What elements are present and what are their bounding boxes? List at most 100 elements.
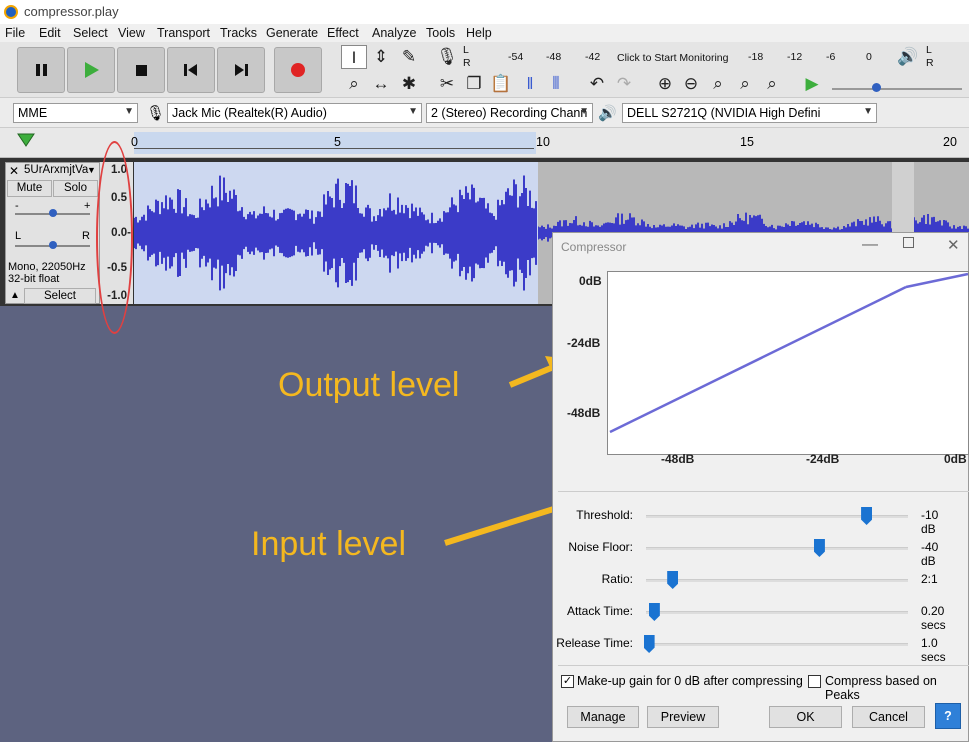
play-button[interactable]	[67, 47, 115, 93]
stop-button[interactable]	[117, 47, 165, 93]
play-speed-slider[interactable]	[832, 88, 962, 90]
compress-peaks-label: Compress based on Peaks	[825, 674, 937, 702]
timeline-tick: 5	[334, 135, 341, 149]
copy-icon[interactable]: ❐	[461, 72, 487, 96]
trim-icon[interactable]: ‖	[517, 72, 543, 96]
menu-bar: File Edit Select View Transport Tracks G…	[0, 24, 969, 42]
selection-tool-icon[interactable]: I	[341, 45, 367, 69]
menu-generate[interactable]: Generate	[266, 26, 318, 40]
manage-button[interactable]: Manage	[567, 706, 639, 728]
pan-r-label: R	[82, 230, 90, 242]
cancel-button[interactable]: Cancel	[852, 706, 925, 728]
draw-tool-icon[interactable]: ✎	[396, 45, 422, 69]
help-button[interactable]: ?	[935, 703, 961, 729]
attack-time-slider-thumb[interactable]	[648, 603, 660, 621]
play-at-speed-icon[interactable]: ▶	[799, 72, 825, 96]
fit-selection-icon[interactable]: ⌕	[705, 72, 731, 96]
x-axis-label: -48dB	[661, 452, 695, 466]
skip-end-button[interactable]	[217, 47, 265, 93]
release-time-slider[interactable]	[646, 643, 908, 646]
menu-tracks[interactable]: Tracks	[220, 26, 257, 40]
timeline-ruler[interactable]: 0 5 10 15 20	[0, 128, 969, 158]
menu-view[interactable]: View	[118, 26, 145, 40]
envelope-tool-icon[interactable]: ⇕	[368, 45, 394, 69]
meter-tick: -48	[546, 51, 562, 63]
menu-analyze[interactable]: Analyze	[372, 26, 416, 40]
highlight-ellipse	[96, 141, 133, 334]
track-name-menu[interactable]: 5UrArxmjtVa	[24, 164, 88, 176]
x-axis-label: 0dB	[944, 452, 967, 466]
dialog-divider	[558, 665, 969, 666]
menu-effect[interactable]: Effect	[327, 26, 359, 40]
ratio-slider-thumb[interactable]	[667, 571, 679, 589]
ratio-slider[interactable]	[646, 579, 908, 582]
attack-time-slider[interactable]	[646, 611, 908, 614]
monitoring-prompt[interactable]: Click to Start Monitoring	[617, 52, 728, 64]
compressor-dialog: Compressor — ✕ 0dB -24dB -48dB -48dB -24…	[552, 232, 969, 742]
mute-button[interactable]: Mute	[7, 180, 52, 197]
noise-floor-slider-thumb[interactable]	[813, 539, 825, 557]
solo-button[interactable]: Solo	[53, 180, 98, 197]
chevron-down-icon: ▼	[124, 106, 134, 117]
meter-tick: 0	[866, 51, 872, 63]
menu-file[interactable]: File	[5, 26, 25, 40]
close-icon[interactable]: ✕	[947, 236, 960, 254]
menu-edit[interactable]: Edit	[39, 26, 61, 40]
play-speed-thumb[interactable]	[872, 83, 881, 92]
playback-device-select[interactable]: DELL S2721Q (NVIDIA High Defini ▼	[622, 103, 877, 123]
redo-icon[interactable]: ↷	[611, 72, 637, 96]
zoom-out-icon[interactable]: ⊖	[678, 72, 704, 96]
play-head-icon[interactable]	[16, 132, 36, 150]
threshold-slider-thumb[interactable]	[861, 507, 873, 525]
pan-slider-thumb[interactable]	[49, 241, 57, 249]
audio-host-select[interactable]: MME ▼	[13, 103, 138, 123]
select-track-button[interactable]: Select	[24, 288, 96, 304]
chevron-down-icon: ▼	[863, 106, 873, 117]
meter-tick: -18	[748, 51, 764, 63]
silence-icon[interactable]: ⫴	[543, 72, 569, 96]
playback-speaker-icon[interactable]: 🔊	[895, 45, 921, 69]
noise-floor-value: -40 dB	[921, 540, 939, 568]
skip-start-button[interactable]	[167, 47, 215, 93]
annotation-output-level: Output level	[278, 366, 460, 404]
toolbars: I ⇕ ✎ ⌕ ↔ ✱ 🎙 L R -54 -48 -42 Click to S…	[0, 42, 969, 98]
minimize-icon[interactable]: —	[862, 236, 878, 254]
menu-tools[interactable]: Tools	[426, 26, 455, 40]
makeup-gain-checkbox[interactable]: ✓	[561, 675, 574, 688]
audio-host-value: MME	[18, 106, 48, 120]
maximize-icon[interactable]	[903, 237, 914, 248]
waveform-selected[interactable]	[133, 162, 538, 304]
gain-slider-thumb[interactable]	[49, 209, 57, 217]
zoom-in-icon[interactable]: ⊕	[652, 72, 678, 96]
ok-button[interactable]: OK	[769, 706, 842, 728]
preview-button[interactable]: Preview	[647, 706, 719, 728]
record-button[interactable]	[274, 47, 322, 93]
record-meter-mic-icon[interactable]: 🎙	[434, 45, 460, 69]
recording-device-select[interactable]: Jack Mic (Realtek(R) Audio) ▼	[167, 103, 422, 123]
y-axis-label: 0dB	[579, 274, 602, 288]
cut-icon[interactable]: ✂	[434, 72, 460, 96]
zoom-toggle-icon[interactable]: ⌕	[759, 72, 785, 96]
menu-help[interactable]: Help	[466, 26, 492, 40]
timeshift-tool-icon[interactable]: ↔	[368, 72, 394, 96]
compress-peaks-checkbox[interactable]	[808, 675, 821, 688]
noise-floor-slider[interactable]	[646, 547, 908, 550]
attack-time-value: 0.20 secs	[921, 604, 946, 632]
multi-tool-icon[interactable]: ✱	[396, 72, 422, 96]
collapse-track-icon[interactable]: ▲	[10, 290, 20, 301]
release-time-slider-thumb[interactable]	[643, 635, 655, 653]
pause-icon	[36, 64, 47, 76]
pause-button[interactable]	[17, 47, 65, 93]
track-format-bits: 32-bit float	[8, 273, 60, 285]
close-track-icon[interactable]: ✕	[9, 164, 19, 178]
zoom-tool-icon[interactable]: ⌕	[341, 72, 367, 96]
y-axis-label: -24dB	[567, 336, 601, 350]
recording-channels-select[interactable]: 2 (Stereo) Recording Chann ▼	[426, 103, 593, 123]
meter-tick: -42	[585, 51, 601, 63]
menu-select[interactable]: Select	[73, 26, 108, 40]
waveform-graphic	[133, 175, 537, 291]
menu-transport[interactable]: Transport	[157, 26, 210, 40]
undo-icon[interactable]: ↶	[584, 72, 610, 96]
paste-icon[interactable]: 📋	[488, 72, 514, 96]
fit-project-icon[interactable]: ⌕	[732, 72, 758, 96]
